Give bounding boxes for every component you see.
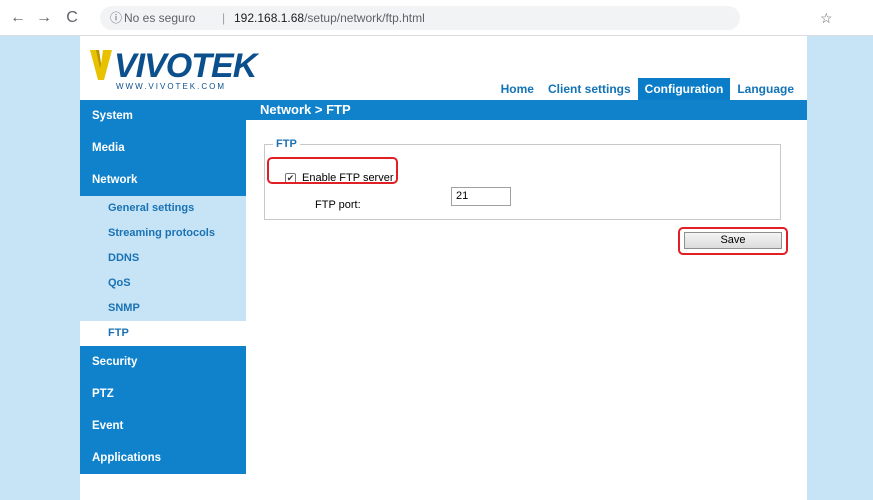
logo-subtitle: WWW.VIVOTEK.COM [116, 82, 226, 91]
sidebar-item-event[interactable]: Event [80, 410, 246, 442]
sidebar-subitem-general-settings[interactable]: General settings [80, 196, 246, 221]
ftp-port-label: FTP port: [315, 199, 361, 211]
reload-icon[interactable]: C [62, 8, 82, 28]
ftp-fieldset-legend: FTP [273, 137, 300, 151]
info-circle-icon[interactable]: ⓘ [110, 6, 122, 30]
sidebar-subitem-ftp[interactable]: FTP [80, 321, 246, 346]
nav-home[interactable]: Home [494, 78, 541, 100]
vivotek-logo-mark-icon [90, 50, 112, 80]
checkbox-highlight-annotation [267, 157, 398, 184]
star-outline-icon[interactable]: ☆ [820, 6, 833, 30]
save-highlight-annotation [678, 227, 788, 255]
url-host: 192.168.1.68 [234, 11, 305, 25]
address-separator: | [222, 11, 226, 25]
address-bar[interactable]: ⓘ No es seguro | 192.168.1.68/setup/netw… [100, 6, 833, 30]
url-path: /setup/network/ftp.html [304, 11, 425, 25]
sidebar-subitem-ddns[interactable]: DDNS [80, 246, 246, 271]
arrow-right-icon[interactable]: → [34, 8, 54, 28]
logo-wordmark: VIVOTEK [114, 47, 257, 85]
sidebar-item-system[interactable]: System [80, 100, 246, 132]
sidebar-item-security[interactable]: Security [80, 346, 246, 378]
nav-client-settings[interactable]: Client settings [541, 78, 638, 100]
sidebar-subitem-qos[interactable]: QoS [80, 271, 246, 296]
sidebar-subitem-streaming-protocols[interactable]: Streaming protocols [80, 221, 246, 246]
sidebar-subitem-snmp[interactable]: SNMP [80, 296, 246, 321]
camera-config-page: VIVOTEK WWW.VIVOTEK.COM Home Client sett… [80, 36, 807, 500]
page-title: Network > FTP [246, 100, 807, 120]
nav-language[interactable]: Language [730, 78, 801, 100]
sidebar-item-network[interactable]: Network [80, 164, 246, 196]
sidebar-item-ptz[interactable]: PTZ [80, 378, 246, 410]
url-text[interactable]: 192.168.1.68/setup/network/ftp.html [234, 6, 425, 30]
ftp-port-input[interactable]: 21 [451, 187, 511, 206]
page-header: VIVOTEK WWW.VIVOTEK.COM Home Client sett… [80, 36, 807, 100]
nav-configuration[interactable]: Configuration [637, 78, 731, 100]
sidebar-item-applications[interactable]: Applications [80, 442, 246, 474]
browser-toolbar: ← → C ⓘ No es seguro | 192.168.1.68/setu… [0, 0, 873, 36]
vivotek-logo: VIVOTEK WWW.VIVOTEK.COM [90, 48, 257, 92]
top-navigation: Home Client settings Configuration Langu… [494, 78, 801, 100]
arrow-left-icon[interactable]: ← [8, 8, 28, 28]
network-submenu: General settings Streaming protocols DDN… [80, 196, 246, 346]
sidebar-item-media[interactable]: Media [80, 132, 246, 164]
sidebar: System Media Network General settings St… [80, 100, 246, 500]
security-status: No es seguro [124, 11, 196, 25]
